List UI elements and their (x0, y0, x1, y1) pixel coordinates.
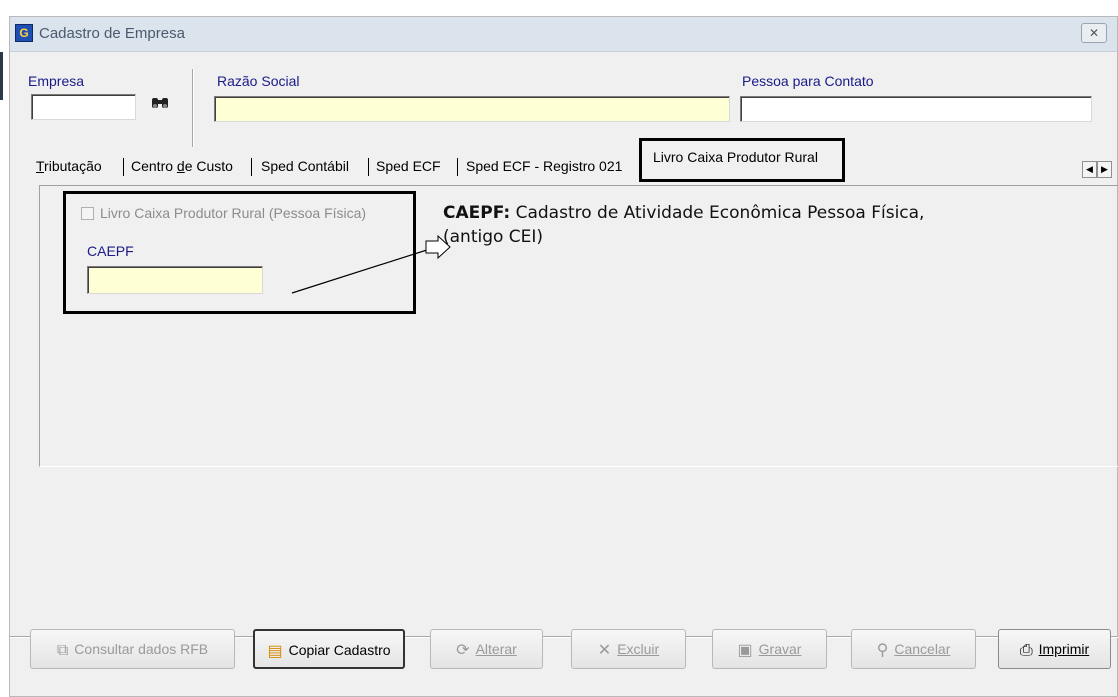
active-tab-label: Livro Caixa Produtor Rural (653, 149, 818, 165)
consultar-dados-rfb-button[interactable]: ⧉ Consultar dados RFB (30, 629, 235, 669)
tab-tributacao[interactable]: Tributação (36, 154, 102, 178)
binoculars-search-icon[interactable] (151, 96, 169, 114)
empresa-label: Empresa (28, 73, 85, 89)
tab-scroll-left-icon[interactable]: ◀ (1082, 161, 1097, 178)
tab-centro-de-custo[interactable]: Centro de Custo (131, 154, 233, 178)
printer-icon: ⎙ (1019, 642, 1033, 659)
excluir-button[interactable]: ✕ Excluir (571, 629, 686, 669)
annotation-arrow (291, 234, 451, 294)
floppy-icon: ▣ (737, 642, 753, 659)
tab-divider (368, 158, 369, 176)
tab-divider (251, 158, 252, 176)
title-bar[interactable]: G Cadastro de Empresa ✕ (10, 17, 1117, 52)
tab-sped-ecf-registro-021[interactable]: Sped ECF - Registro 021 (466, 154, 622, 178)
close-button[interactable]: ✕ (1081, 23, 1107, 43)
tab-sped-contabil[interactable]: Sped Contábil (261, 154, 349, 178)
tab-livro-caixa-produtor-rural[interactable]: Livro Caixa Produtor Rural (639, 138, 845, 182)
pessoa-contato-field[interactable] (740, 96, 1092, 122)
gravar-button[interactable]: ▣ Gravar (712, 629, 827, 669)
window-title: Cadastro de Empresa (39, 25, 185, 42)
caepf-field[interactable] (87, 266, 263, 294)
empresa-field[interactable] (31, 94, 136, 120)
copiar-cadastro-button[interactable]: ▤ Copiar Cadastro (253, 629, 405, 669)
cancelar-button[interactable]: ⚲ Cancelar (851, 629, 976, 669)
tab-sped-ecf[interactable]: Sped ECF (376, 154, 441, 178)
livro-caixa-checkbox[interactable] (81, 207, 94, 220)
tab-divider (457, 158, 458, 176)
caepf-label: CAEPF (87, 243, 134, 259)
refresh-icon: ⟳ (456, 642, 470, 659)
delete-x-icon: ✕ (597, 642, 612, 659)
header-divider (192, 69, 194, 147)
razao-social-label: Razão Social (217, 73, 300, 89)
copy-doc-icon: ⧉ (56, 642, 69, 659)
cadastro-empresa-window: G Cadastro de Empresa ✕ Empresa Razão So… (9, 16, 1118, 697)
imprimir-button[interactable]: ⎙ Imprimir (998, 629, 1111, 669)
background-window-edge (0, 52, 3, 100)
cancel-run-icon: ⚲ (876, 642, 889, 659)
app-logo-icon: G (15, 24, 33, 42)
caepf-annotation: CAEPF: Cadastro de Atividade Econômica P… (443, 203, 925, 247)
tab-scroll-right-icon[interactable]: ▶ (1097, 161, 1112, 178)
tab-divider (123, 158, 124, 176)
livro-caixa-checkbox-label: Livro Caixa Produtor Rural (Pessoa Físic… (100, 205, 367, 221)
tab-scroll-arrows: ◀ ▶ (1082, 160, 1114, 178)
razao-social-field[interactable] (214, 96, 730, 122)
pessoa-contato-label: Pessoa para Contato (742, 73, 874, 89)
alterar-button[interactable]: ⟳ Alterar (430, 629, 543, 669)
clipboard-icon: ▤ (267, 643, 283, 660)
